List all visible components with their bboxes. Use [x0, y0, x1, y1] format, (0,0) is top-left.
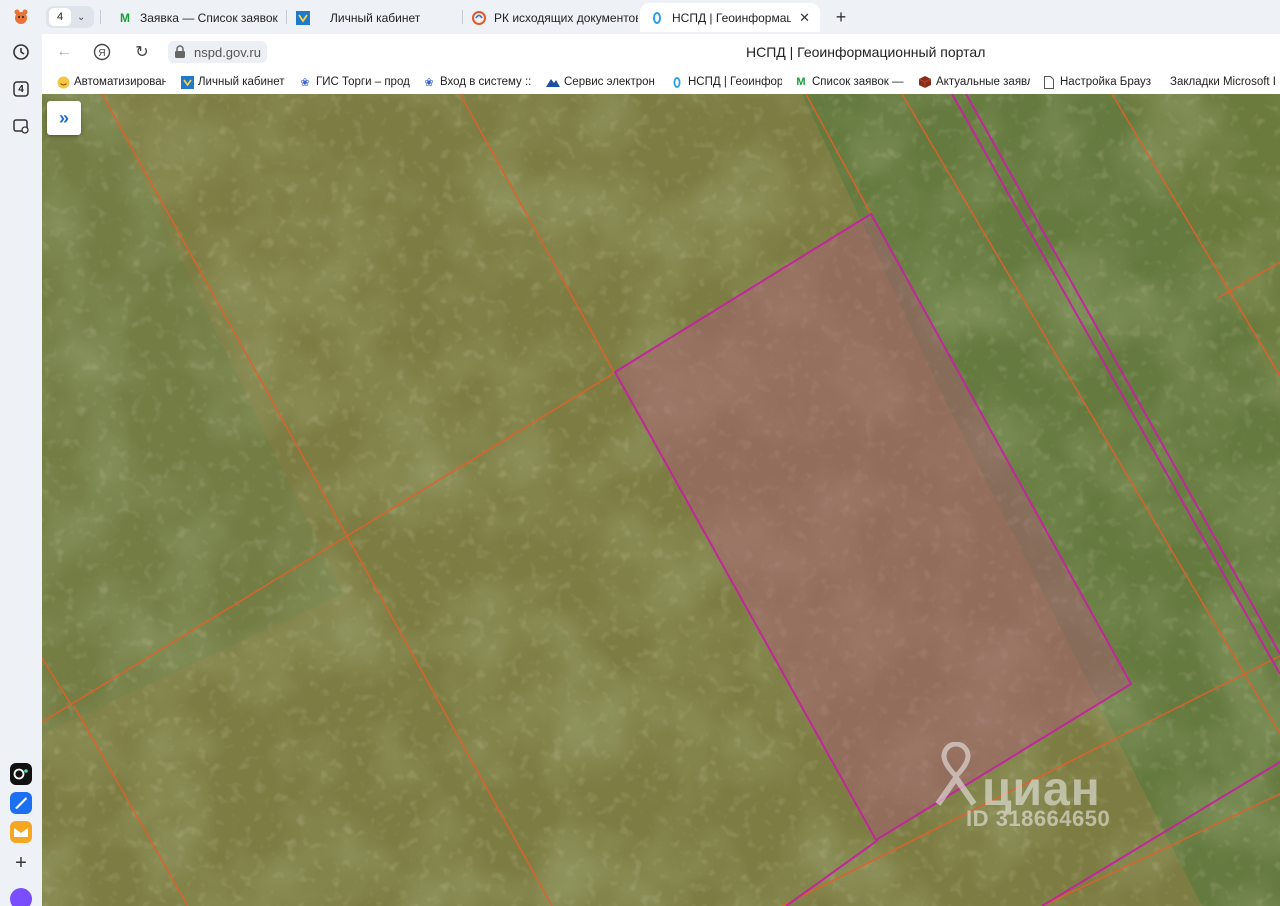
- tab-divider: [286, 10, 287, 24]
- shield-icon: [180, 75, 194, 89]
- page-title: НСПД | Геоинформационный портал: [746, 44, 986, 60]
- double-chevron-right-icon: »: [58, 107, 69, 128]
- tab-divider: [462, 10, 463, 24]
- shield-icon: [296, 10, 310, 25]
- nspd-icon: [650, 11, 664, 25]
- emblem-icon: ❀: [300, 76, 310, 89]
- tab-strip: 4 ⌄ M Заявка — Список заявок - Личный ка…: [42, 0, 1280, 34]
- browser-sidebar: 4 +: [0, 0, 42, 906]
- add-app-icon[interactable]: +: [9, 851, 33, 875]
- chevron-down-icon: ⌄: [77, 11, 86, 23]
- emblem-icon: ❀: [424, 76, 434, 89]
- bookmark-lichnyi-kabinet[interactable]: Личный кабинет: [180, 74, 290, 90]
- lock-icon: [172, 44, 188, 60]
- tab-nspd-active[interactable]: НСПД | Геоинформаци ✕: [640, 3, 820, 32]
- map-viewport[interactable]: » циан ID 318664650: [42, 94, 1280, 906]
- tab-group-counter[interactable]: 4 ⌄: [46, 6, 94, 28]
- bookmark-spisok-zayavok[interactable]: M Список заявок —: [794, 74, 906, 90]
- bookmarks-bar: Автоматизирован Личный кабинет ❀ ГИС Тор…: [42, 70, 1280, 94]
- back-arrow-icon[interactable]: ←: [53, 41, 75, 63]
- svg-text:Я: Я: [98, 48, 105, 59]
- assistant-icon[interactable]: [10, 888, 32, 906]
- tab-rk-documents[interactable]: РК исходящих документов: [472, 3, 638, 32]
- messenger-app-icon[interactable]: [10, 792, 32, 814]
- screenshot-icon[interactable]: [9, 114, 33, 138]
- history-clock-icon[interactable]: [9, 40, 33, 64]
- tab-zayavka[interactable]: M Заявка — Список заявок -: [118, 3, 278, 32]
- new-tab-button[interactable]: +: [830, 6, 852, 28]
- url-text: nspd.gov.ru: [194, 44, 261, 60]
- browser-logo-icon[interactable]: [9, 5, 33, 29]
- expand-panel-button[interactable]: »: [47, 101, 81, 135]
- tab-group-count: 4: [49, 8, 71, 26]
- smiley-icon: [56, 75, 70, 89]
- bookmark-vhod-v-sistemu[interactable]: ❀ Вход в систему :: К: [422, 74, 534, 90]
- tabs-counter-icon[interactable]: 4: [9, 77, 33, 101]
- reload-icon[interactable]: ↻: [131, 41, 153, 63]
- bookmark-zakladki-microsoft[interactable]: Закладки Microsoft I: [1170, 74, 1280, 90]
- swirl-icon: [472, 10, 486, 25]
- bookmark-servis-elektron[interactable]: Сервис электрон: [546, 74, 658, 90]
- nspd-icon: [670, 75, 684, 89]
- browser-window: 4 + 4 ⌄ M Заявка — Список заявок - Личны…: [0, 0, 1280, 906]
- bookmark-nspd[interactable]: НСПД | Геоинфор: [670, 74, 782, 90]
- bookmark-aktualnye-zayavl[interactable]: Актуальные заявл: [918, 74, 1030, 90]
- alice-app-icon[interactable]: [10, 763, 32, 785]
- cube-icon: [918, 75, 932, 89]
- tab-divider: [100, 10, 101, 24]
- gmail-m-icon: M: [120, 10, 130, 25]
- address-bar-row: ← Я ↻ nspd.gov.ru НСПД | Геоинформационн…: [42, 34, 1280, 70]
- bookmark-nastroika-brauz[interactable]: Настройка Брауз: [1042, 74, 1160, 90]
- url-field[interactable]: nspd.gov.ru: [168, 41, 267, 63]
- bookmark-avtomatizirovan[interactable]: Автоматизирован: [56, 74, 166, 90]
- tab-lichnyi-kabinet[interactable]: Личный кабинет: [296, 3, 466, 32]
- gmail-m-icon: M: [796, 76, 806, 88]
- cian-watermark: циан ID 318664650: [930, 734, 1170, 834]
- location-pin-icon: [935, 742, 977, 806]
- close-tab-icon[interactable]: ✕: [799, 10, 810, 26]
- mountain-icon: [546, 75, 560, 89]
- bookmark-gis-torgi[interactable]: ❀ ГИС Торги – прод: [298, 74, 410, 90]
- mail-app-icon[interactable]: [10, 821, 32, 843]
- sidebar-tab-count: 4: [18, 83, 24, 95]
- yandex-home-icon[interactable]: Я: [91, 41, 113, 63]
- page-icon: [1042, 75, 1056, 89]
- watermark-id: ID 318664650: [966, 806, 1111, 831]
